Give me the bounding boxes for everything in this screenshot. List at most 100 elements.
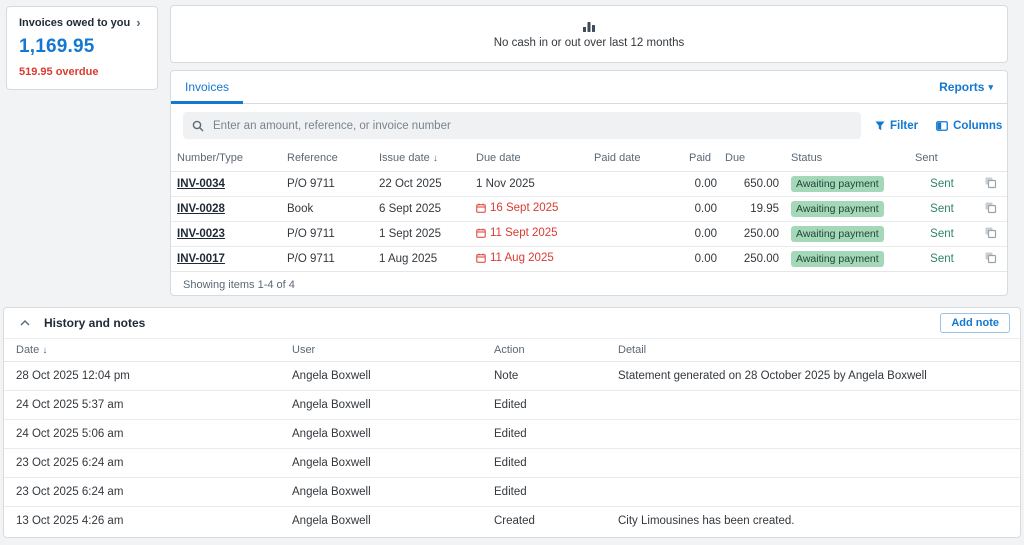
col-header-paid-date[interactable]: Paid date — [590, 145, 685, 172]
history-date: 23 Oct 2025 6:24 am — [4, 477, 280, 507]
history-user: Angela Boxwell — [280, 390, 482, 420]
copy-icon[interactable] — [984, 226, 997, 239]
invoice-due-amount: 250.00 — [721, 221, 783, 247]
invoice-paid-amount: 0.00 — [694, 252, 717, 265]
invoice-row: INV-0034 P/O 9711 22 Oct 2025 1 Nov 2025… — [171, 171, 1007, 197]
invoice-issue-date: 1 Aug 2025 — [379, 252, 438, 265]
sent-link[interactable]: Sent — [930, 203, 954, 215]
columns-button[interactable]: Columns — [936, 120, 1002, 132]
invoices-owed-title: Invoices owed to you — [19, 17, 131, 29]
invoice-paid-amount: 0.00 — [685, 221, 721, 247]
history-header: History and notes Add note — [4, 308, 1020, 339]
col-header-action[interactable]: Action — [482, 339, 606, 362]
col-header-issue-date[interactable]: Issue date ↓ — [375, 145, 472, 172]
invoice-paid-date — [590, 171, 685, 197]
status-badge: Awaiting payment — [791, 225, 884, 242]
history-row: 23 Oct 2025 6:24 am Angela Boxwell Edite… — [4, 448, 1020, 478]
owed-amount: 1,169.95 — [19, 36, 95, 57]
history-date: 24 Oct 2025 5:37 am — [4, 390, 280, 420]
invoice-row: INV-0028 Book 6 Sept 2025 16 Sept 2025 0… — [171, 196, 1007, 222]
filter-icon — [875, 121, 885, 131]
col-header-number[interactable]: Number/Type — [171, 145, 283, 172]
invoice-row: INV-0017 P/O 9711 1 Aug 2025 11 Aug 2025… — [171, 246, 1007, 271]
invoices-owed-card[interactable]: Invoices owed to you › 1,169.95 519.95 o… — [6, 6, 158, 90]
history-user: Angela Boxwell — [280, 477, 482, 507]
col-header-status[interactable]: Status — [783, 145, 911, 172]
col-header-sent[interactable]: Sent — [911, 145, 973, 172]
history-row: 24 Oct 2025 5:06 am Angela Boxwell Edite… — [4, 419, 1020, 449]
invoice-reference: P/O 9711 — [287, 252, 335, 265]
history-date: 13 Oct 2025 4:26 am — [16, 514, 124, 527]
dropdown-arrow-icon: ▾ — [988, 81, 993, 92]
invoice-search-box[interactable] — [183, 112, 861, 139]
history-date: 24 Oct 2025 5:06 am — [4, 419, 280, 449]
copy-icon[interactable] — [984, 251, 997, 264]
invoice-due-date: 11 Sept 2025 — [472, 221, 590, 247]
history-detail: City Limousines has been created. — [618, 514, 795, 527]
cash-summary-panel: No cash in or out over last 12 months — [170, 5, 1008, 63]
tab-invoices[interactable]: Invoices — [171, 71, 244, 104]
invoices-owed-title-row[interactable]: Invoices owed to you › — [19, 16, 145, 29]
invoices-tabbar: Invoices Reports ▾ — [171, 71, 1007, 104]
sent-link[interactable]: Sent — [930, 253, 954, 265]
copy-icon[interactable] — [984, 176, 997, 189]
overdue-calendar-icon — [476, 203, 486, 213]
col-header-reference[interactable]: Reference — [283, 145, 375, 172]
invoice-number-link[interactable]: INV-0017 — [177, 253, 225, 265]
history-action: Edited — [482, 419, 606, 449]
history-row: 23 Oct 2025 6:24 am Angela Boxwell Edite… — [4, 477, 1020, 507]
sent-link[interactable]: Sent — [930, 178, 954, 190]
history-action: Edited — [482, 390, 606, 420]
col-header-paid[interactable]: Paid — [685, 145, 721, 172]
history-date: 23 Oct 2025 6:24 am — [4, 448, 280, 478]
history-row: 13 Oct 2025 4:26 am Angela Boxwell Creat… — [4, 506, 1020, 535]
invoice-number-link[interactable]: INV-0023 — [177, 228, 225, 240]
col-header-user[interactable]: User — [280, 339, 482, 362]
invoice-due-amount: 650.00 — [721, 171, 783, 197]
history-detail — [606, 477, 1020, 507]
history-detail — [606, 419, 1020, 449]
history-table: Date ↓ User Action Detail 28 Oct 2025 12… — [4, 339, 1020, 535]
col-header-due[interactable]: Due — [721, 145, 783, 172]
filter-button[interactable]: Filter — [875, 120, 918, 132]
invoice-search-input[interactable] — [213, 119, 852, 132]
invoice-paid-date — [590, 221, 685, 247]
invoice-reference: Book — [283, 196, 375, 222]
col-header-detail[interactable]: Detail — [606, 339, 1020, 362]
invoice-issue-date: 6 Sept 2025 — [375, 196, 472, 222]
history-user: Angela Boxwell — [280, 361, 482, 391]
sort-down-icon: ↓ — [432, 152, 438, 164]
invoices-table-header: Number/Type Reference Issue date ↓ Due d… — [171, 145, 1007, 172]
invoice-due-date: 1 Nov 2025 — [472, 171, 590, 197]
col-header-date[interactable]: Date ↓ — [4, 339, 280, 362]
col-header-due-date[interactable]: Due date — [472, 145, 590, 172]
history-panel: History and notes Add note Date ↓ User A… — [3, 307, 1021, 538]
history-detail: Statement generated on 28 October 2025 b… — [606, 361, 1020, 391]
overdue-calendar-icon — [476, 228, 486, 238]
invoice-number-link[interactable]: INV-0028 — [177, 203, 225, 215]
columns-icon — [936, 120, 949, 131]
overdue-calendar-icon — [476, 253, 486, 263]
history-user: Angela Boxwell — [292, 514, 371, 527]
invoice-due-amount: 250.00 — [743, 252, 779, 265]
invoice-number-link[interactable]: INV-0034 — [177, 178, 225, 190]
invoices-toolbar: Filter Columns — [171, 104, 1007, 145]
reports-dropdown[interactable]: Reports ▾ — [939, 80, 1007, 94]
active-tab-underline — [171, 101, 244, 104]
overdue-amount: 519.95 overdue — [19, 66, 99, 78]
history-action: Note — [482, 361, 606, 391]
invoice-due-date: 11 Aug 2025 — [472, 246, 590, 271]
sort-down-icon: ↓ — [42, 344, 48, 356]
history-user: Angela Boxwell — [280, 448, 482, 478]
invoice-paid-date — [590, 246, 685, 271]
invoices-table: Number/Type Reference Issue date ↓ Due d… — [171, 145, 1007, 271]
invoice-due-amount: 19.95 — [721, 196, 783, 222]
sent-link[interactable]: Sent — [930, 228, 954, 240]
invoice-reference: P/O 9711 — [283, 171, 375, 197]
history-action: Edited — [482, 477, 606, 507]
history-action: Created — [494, 514, 535, 527]
add-note-button[interactable]: Add note — [940, 313, 1010, 333]
copy-icon[interactable] — [984, 201, 997, 214]
history-user: Angela Boxwell — [280, 419, 482, 449]
collapse-chevron-up-icon[interactable] — [20, 320, 30, 326]
